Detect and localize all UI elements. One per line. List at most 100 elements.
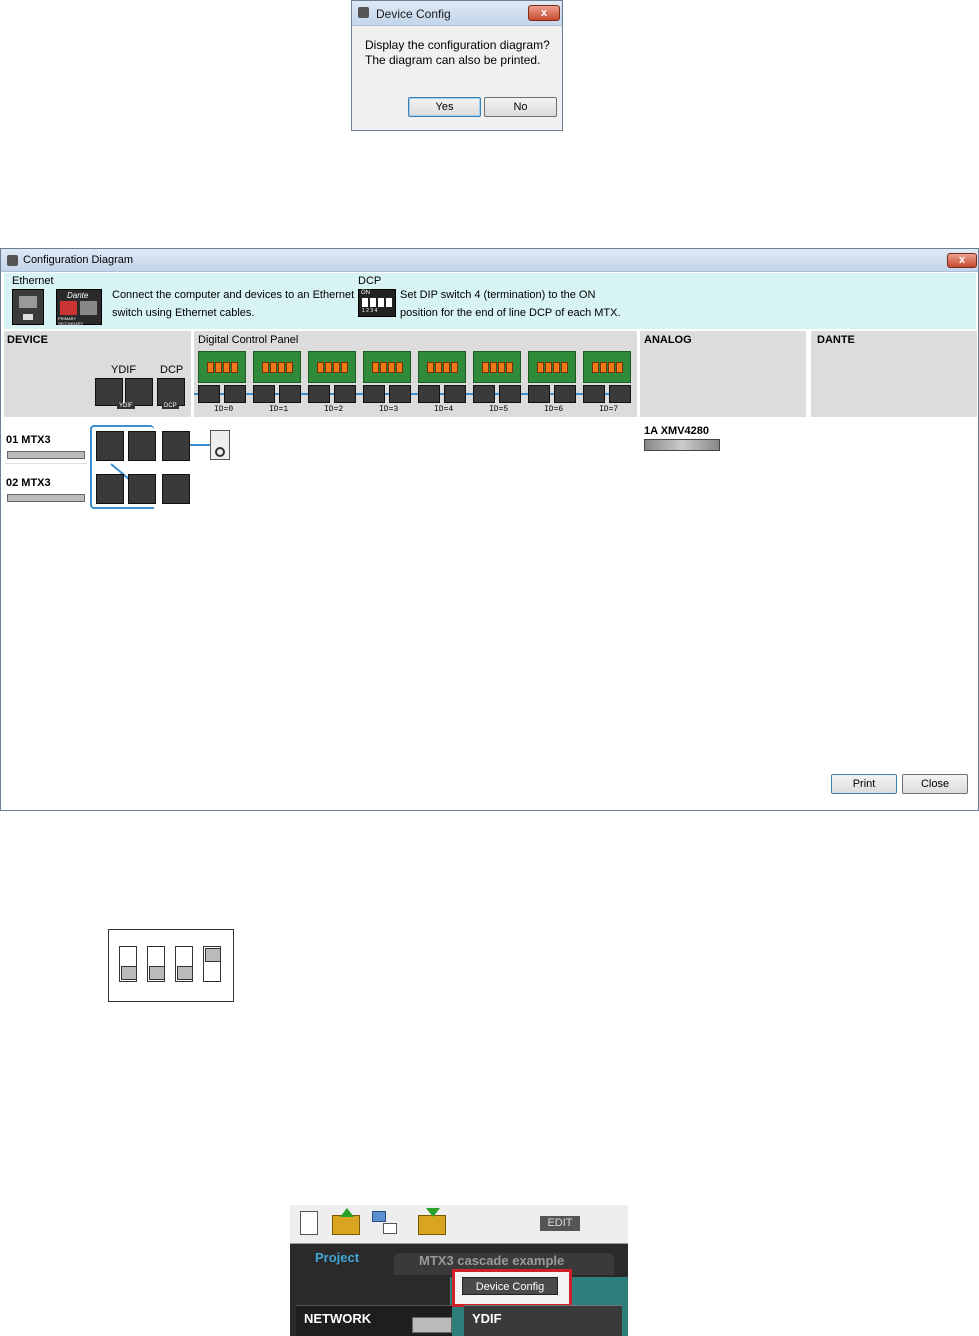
dante-column: DANTE (811, 331, 977, 417)
app-icon (7, 255, 18, 266)
dcp-unit[interactable] (528, 351, 576, 383)
dcp-header: DCP (160, 364, 184, 376)
dcp-unit-port[interactable] (444, 385, 466, 403)
analog-column-header: ANALOG (644, 334, 692, 346)
dip-switch-lever (616, 362, 623, 373)
dip-switch-lever (396, 362, 403, 373)
amplifier-icon (644, 439, 720, 451)
edit-mode-badge[interactable]: EDIT (540, 1216, 580, 1231)
dcp-unit-port[interactable] (528, 385, 550, 403)
dcp-id-label: ID=0 (214, 405, 234, 414)
close-icon[interactable]: x (528, 5, 560, 21)
ydif-out-port[interactable] (96, 474, 124, 504)
dcp-id-label: ID=7 (599, 405, 619, 414)
dcp-unit[interactable] (253, 351, 301, 383)
ydif-header: YDIF (111, 364, 137, 376)
dcp-unit-port[interactable] (473, 385, 495, 403)
yes-button[interactable]: Yes (408, 97, 481, 117)
close-icon[interactable]: x (947, 253, 977, 268)
dcp-column-header: Digital Control Panel (198, 334, 299, 346)
open-file-icon[interactable] (332, 1208, 360, 1235)
dcp-port[interactable] (162, 474, 190, 504)
dip-switch-lever (278, 362, 285, 373)
dip-switch-lever (537, 362, 544, 373)
dialog-message-line1: Display the configuration diagram? (365, 38, 550, 52)
dcp-tag: DCP (162, 403, 179, 409)
diagram-titlebar[interactable]: Configuration Diagram x (1, 249, 978, 272)
dante-column-header: DANTE (817, 334, 855, 346)
analog-device-name[interactable]: 1A XMV4280 (644, 425, 709, 437)
device-row[interactable]: 01 MTX3 (5, 429, 91, 461)
dcp-unit[interactable] (418, 351, 466, 383)
dip-switch-lever (223, 362, 230, 373)
print-button[interactable]: Print (831, 774, 897, 794)
ydif-in-port[interactable] (128, 474, 156, 504)
dcp-unit-port[interactable] (198, 385, 220, 403)
ydif-in-port[interactable] (128, 431, 156, 461)
dip-switch-lever (325, 362, 332, 373)
dip-slot-2 (147, 946, 165, 982)
no-button[interactable]: No (484, 97, 557, 117)
dcp-id-label: ID=6 (544, 405, 564, 414)
dip-slot-4 (203, 946, 221, 982)
dip-switch-lever (608, 362, 615, 373)
app-icon (358, 7, 369, 18)
dcp-port[interactable] (162, 431, 190, 461)
ydif-out-port (95, 378, 123, 406)
save-file-icon[interactable] (418, 1208, 446, 1235)
dcp-unit[interactable] (198, 351, 246, 383)
dcp-unit-port[interactable] (253, 385, 275, 403)
dcp-text-2: position for the end of line DCP of each… (400, 307, 621, 319)
dcp-unit-port[interactable] (334, 385, 356, 403)
dip-switch-lever (600, 362, 607, 373)
dcp-text-1: Set DIP switch 4 (termination) to the ON (400, 289, 596, 301)
ethernet-heading: Ethernet (12, 275, 54, 287)
new-file-icon[interactable] (300, 1211, 318, 1235)
analog-column: ANALOG (640, 331, 806, 417)
dcp-unit-port[interactable] (418, 385, 440, 403)
ydif-out-port[interactable] (96, 431, 124, 461)
dip-switch-lever (545, 362, 552, 373)
device-rack-icon (7, 494, 85, 502)
dcp-unit-port[interactable] (389, 385, 411, 403)
dante-logo: Dante (67, 291, 89, 300)
dialog-titlebar[interactable]: Device Config x (352, 1, 562, 26)
dip-switch-lever (388, 362, 395, 373)
dip-switch-lever (317, 362, 324, 373)
dip-switch-lever (215, 362, 222, 373)
device-name: 02 MTX3 (6, 477, 51, 489)
dcp-id-label: ID=5 (489, 405, 509, 414)
dip-switch-lever (498, 362, 505, 373)
dcp-unit[interactable] (363, 351, 411, 383)
dcp-unit[interactable] (583, 351, 631, 383)
device-row[interactable]: 02 MTX3 (5, 473, 91, 505)
dcp-unit-port[interactable] (363, 385, 385, 403)
dante-port-labels: PRIMARY SECONDARY (58, 316, 84, 326)
device-config-dialog: Device Config x Display the configuratio… (351, 0, 563, 131)
dcp-unit[interactable] (473, 351, 521, 383)
tab-project[interactable]: Project (298, 1250, 388, 1272)
scroll-up-icon[interactable] (412, 1317, 452, 1333)
network-icon[interactable] (372, 1211, 397, 1235)
dialog-message-line2: The diagram can also be printed. (365, 53, 541, 67)
dialog-title: Device Config (376, 7, 451, 21)
dcp-unit-port[interactable] (609, 385, 631, 403)
dip-on-label: ON (361, 290, 370, 296)
dcp-unit-port[interactable] (554, 385, 576, 403)
device-column: DEVICE YDIF DCP YDIF DCP (4, 331, 191, 417)
dcp-unit-port[interactable] (224, 385, 246, 403)
legend-area: Ethernet Dante PRIMARY SECONDARY Connect… (4, 273, 976, 329)
dcp-unit-port[interactable] (308, 385, 330, 403)
ydif-panel[interactable]: YDIF (464, 1305, 622, 1336)
close-button[interactable]: Close (902, 774, 968, 794)
dip-switch-lever (341, 362, 348, 373)
dcp-unit-port[interactable] (583, 385, 605, 403)
dcp-unit-port[interactable] (279, 385, 301, 403)
device-config-button[interactable]: Device Config (462, 1277, 558, 1295)
dcp-unit[interactable] (308, 351, 356, 383)
dip-switch-illustration (108, 929, 234, 1002)
dip-slot-3 (175, 946, 193, 982)
device-name: 01 MTX3 (6, 434, 51, 446)
dcp-heading: DCP (358, 275, 382, 287)
dcp-unit-port[interactable] (499, 385, 521, 403)
